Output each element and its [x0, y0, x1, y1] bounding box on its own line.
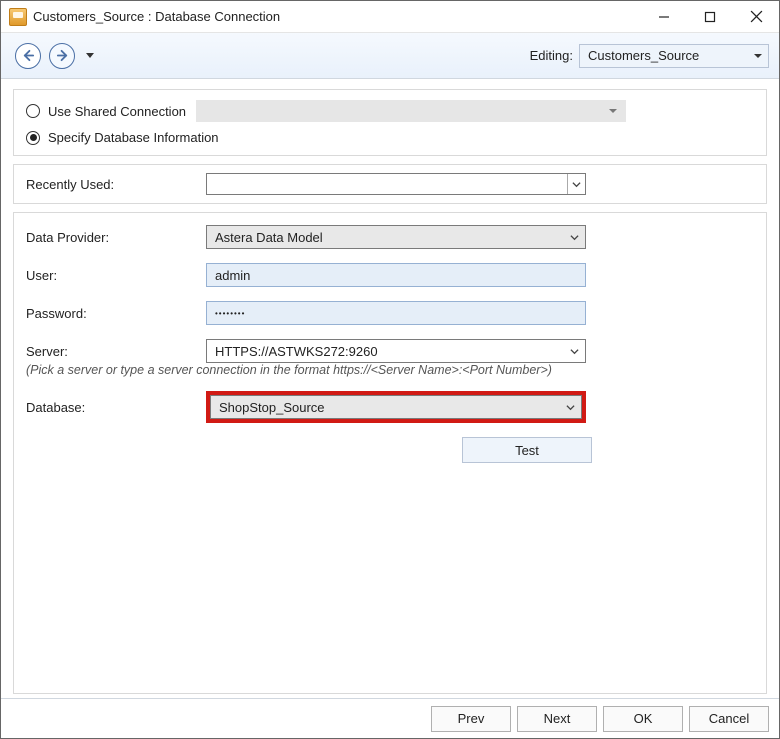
password-label: Password: [26, 306, 206, 321]
test-row: Test [26, 437, 754, 463]
next-button[interactable]: Next [517, 706, 597, 732]
user-input[interactable]: admin [206, 263, 586, 287]
server-label: Server: [26, 344, 206, 359]
server-hint: (Pick a server or type a server connecti… [26, 363, 754, 377]
editing-label: Editing: [530, 48, 573, 63]
password-row: Password: •••••••• [26, 301, 754, 325]
specify-db-label: Specify Database Information [48, 130, 219, 145]
shared-connection-select[interactable] [196, 100, 626, 122]
nav-history-dropdown[interactable] [85, 52, 95, 60]
titlebar: Customers_Source : Database Connection [1, 1, 779, 33]
database-label: Database: [26, 400, 206, 415]
nav-forward-button[interactable] [49, 43, 75, 69]
chevron-down-icon [570, 226, 579, 248]
nav-back-button[interactable] [15, 43, 41, 69]
recently-used-label: Recently Used: [26, 177, 206, 192]
recently-used-group: Recently Used: [13, 164, 767, 204]
use-shared-connection-radio[interactable] [26, 104, 40, 118]
specify-db-radio[interactable] [26, 131, 40, 145]
specify-db-row: Specify Database Information [26, 130, 754, 145]
dialog-window: Customers_Source : Database Connection E… [0, 0, 780, 739]
minimize-button[interactable] [641, 1, 687, 32]
dialog-body: Use Shared Connection Specify Database I… [1, 79, 779, 698]
database-highlight: ShopStop_Source [206, 391, 586, 423]
prev-button[interactable]: Prev [431, 706, 511, 732]
ok-button[interactable]: OK [603, 706, 683, 732]
app-icon [9, 8, 27, 26]
use-shared-connection-row: Use Shared Connection [26, 100, 754, 122]
maximize-button[interactable] [687, 1, 733, 32]
database-value: ShopStop_Source [219, 400, 325, 415]
chevron-down-icon [567, 174, 585, 194]
data-provider-label: Data Provider: [26, 230, 206, 245]
editing-object-value: Customers_Source [588, 48, 699, 63]
password-value: •••••••• [215, 309, 245, 318]
window-title: Customers_Source : Database Connection [33, 9, 280, 24]
chevron-down-icon [566, 396, 575, 418]
editing-object-select[interactable]: Customers_Source [579, 44, 769, 68]
data-provider-row: Data Provider: Astera Data Model [26, 225, 754, 249]
data-provider-value: Astera Data Model [215, 230, 323, 245]
user-value: admin [215, 268, 250, 283]
data-provider-select[interactable]: Astera Data Model [206, 225, 586, 249]
server-input[interactable]: HTTPS://ASTWKS272:9260 [206, 339, 586, 363]
database-select[interactable]: ShopStop_Source [210, 395, 582, 419]
use-shared-connection-label: Use Shared Connection [48, 104, 186, 119]
user-row: User: admin [26, 263, 754, 287]
server-row: Server: HTTPS://ASTWKS272:9260 [26, 339, 754, 363]
test-connection-button[interactable]: Test [462, 437, 592, 463]
server-value: HTTPS://ASTWKS272:9260 [215, 344, 378, 359]
dialog-footer: Prev Next OK Cancel [1, 698, 779, 738]
chevron-down-icon [570, 340, 579, 362]
toolbar: Editing: Customers_Source [1, 33, 779, 79]
test-button-label: Test [515, 443, 539, 458]
connection-mode-group: Use Shared Connection Specify Database I… [13, 89, 767, 156]
connection-details-group: Data Provider: Astera Data Model User: a… [13, 212, 767, 694]
cancel-button[interactable]: Cancel [689, 706, 769, 732]
password-input[interactable]: •••••••• [206, 301, 586, 325]
user-label: User: [26, 268, 206, 283]
database-row: Database: ShopStop_Source [26, 391, 754, 423]
close-button[interactable] [733, 1, 779, 32]
window-controls [641, 1, 779, 32]
recently-used-select[interactable] [206, 173, 586, 195]
